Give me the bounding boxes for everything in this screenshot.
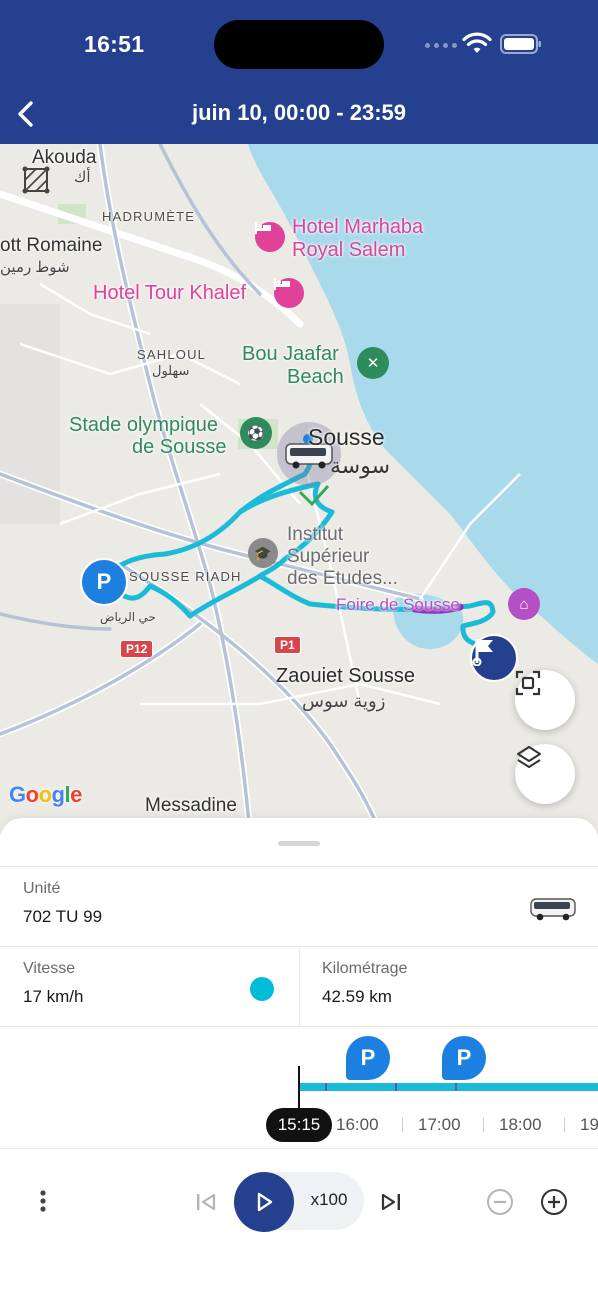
status-time: 16:51 <box>84 31 145 57</box>
more-options-icon[interactable] <box>28 1186 58 1216</box>
timeline-parking-marker[interactable]: P <box>346 1036 390 1080</box>
label-sousse-ar: سوسة <box>330 453 391 478</box>
label-messadine: Messadine <box>145 795 237 816</box>
label-institut-1: Institut <box>287 524 343 545</box>
label-hotel-marhaba-2: Royal Salem <box>292 239 406 261</box>
bus-icon <box>530 898 576 921</box>
zoom-in-timeline-icon[interactable] <box>538 1186 570 1218</box>
battery-icon <box>500 34 541 54</box>
label-sousse: Sousse <box>308 424 385 450</box>
label-bou-jaafar: Bou Jaafar <box>242 343 339 365</box>
label-stade: Stade olympique <box>69 414 218 436</box>
school-marker-icon[interactable]: 🎓 <box>248 538 278 568</box>
timeline-tick-label: 16:00 <box>336 1115 379 1134</box>
play-button[interactable] <box>234 1172 294 1232</box>
google-logo: Google <box>9 782 82 807</box>
timeline-tick-label: 19 <box>580 1115 598 1134</box>
page-title: juin 10, 00:00 - 23:59 <box>192 100 406 125</box>
playback-controls: x100 <box>0 1148 598 1258</box>
unit-value: 702 TU 99 <box>23 907 103 926</box>
label-sahloul-ar: سهلول <box>152 363 190 378</box>
label-ott-romaine: ott Romaine <box>0 235 103 256</box>
timeline-tick-separator <box>402 1118 403 1132</box>
focus-frame-icon <box>515 670 541 696</box>
label-stade-2: de Sousse <box>132 436 227 458</box>
parking-pin[interactable]: P <box>80 558 128 606</box>
label-akouda: Akouda <box>32 147 97 168</box>
label-institut-3: des Etudes... <box>287 568 398 589</box>
venue-marker-icon[interactable]: ⌂ <box>508 588 540 620</box>
road-badge-p12: P12 <box>120 640 154 658</box>
hotel-marker-icon[interactable] <box>274 278 304 308</box>
play-icon <box>257 1192 273 1212</box>
label-ott-romaine-ar: شوط رمين <box>0 259 70 276</box>
cellular-signal-icon <box>425 43 457 48</box>
skip-next-icon[interactable] <box>375 1186 407 1218</box>
skip-previous-icon[interactable] <box>190 1186 222 1218</box>
timeline-parking-marker[interactable]: P <box>442 1036 486 1080</box>
label-hotel-marhaba: Hotel Marhaba <box>292 216 424 238</box>
details-sheet: Unité 702 TU 99 Vitesse 17 km/h Kilométr… <box>0 818 598 1300</box>
timeline-event-tick <box>455 1083 457 1091</box>
divider <box>299 948 300 1026</box>
current-time-badge: 15:15 <box>266 1108 332 1142</box>
label-foire: Foire de Sousse <box>336 595 460 614</box>
app-root: 16:51 juin 10, 00:00 - 23:59 Akouda أك H… <box>0 0 598 1300</box>
divider <box>0 1026 598 1027</box>
label-zaouiet: Zaouiet Sousse <box>276 665 415 687</box>
timeline-track-bar <box>299 1083 598 1091</box>
speed-label: Vitesse <box>23 960 76 977</box>
label-bou-jaafar-2: Beach <box>287 366 344 388</box>
hotel-marker-icon[interactable] <box>255 222 285 252</box>
timeline-tick-separator <box>483 1118 484 1132</box>
divider <box>0 946 598 947</box>
timeline-event-tick <box>325 1083 327 1091</box>
map-view[interactable]: Akouda أك HADRUMÈTE ott Romaine شوط رمين… <box>0 144 598 834</box>
speed-status-dot <box>250 977 274 1001</box>
wifi-icon <box>462 32 492 53</box>
label-zaouiet-ar: زوية سوس <box>302 691 386 711</box>
unit-label: Unité <box>23 880 61 897</box>
mileage-value: 42.59 km <box>322 987 392 1006</box>
timeline-event-tick <box>395 1083 397 1091</box>
polygon-draw-icon <box>22 166 50 194</box>
dynamic-island <box>214 20 384 69</box>
label-akouda-ar: أك <box>74 169 91 186</box>
finish-flag-icon[interactable] <box>470 634 518 682</box>
mileage-label: Kilométrage <box>322 960 408 977</box>
label-hadrumete: HADRUMÈTE <box>102 209 196 224</box>
timeline-tick-label: 18:00 <box>499 1115 542 1134</box>
label-sahloul: SAHLOUL <box>137 347 207 362</box>
zoom-out-timeline-icon[interactable] <box>484 1186 516 1218</box>
geofence-tool-button[interactable] <box>22 166 82 226</box>
road-badge-p1: P1 <box>274 636 301 654</box>
timeline-tick-label: 17:00 <box>418 1115 461 1134</box>
divider <box>0 866 598 867</box>
timeline-tick-separator <box>564 1118 565 1132</box>
label-institut-2: Supérieur <box>287 546 370 567</box>
label-riadh-ar: حي الرياض <box>100 610 156 624</box>
sheet-drag-handle[interactable] <box>278 841 320 846</box>
playback-speed-value: x100 <box>310 1190 348 1209</box>
layers-icon <box>517 746 541 768</box>
label-hotel-tour-khalef: Hotel Tour Khalef <box>93 282 247 304</box>
beach-marker-icon[interactable]: ✕ <box>357 347 389 379</box>
fit-bounds-button[interactable] <box>515 670 575 730</box>
timeline-cursor[interactable] <box>298 1066 300 1110</box>
header-bar: 16:51 juin 10, 00:00 - 23:59 <box>0 0 598 144</box>
stadium-marker-icon[interactable]: ⚽ <box>240 417 272 449</box>
speed-value: 17 km/h <box>23 987 84 1006</box>
label-sousse-riadh: SOUSSE RIADH <box>129 569 242 584</box>
map-layers-button[interactable] <box>515 744 575 804</box>
